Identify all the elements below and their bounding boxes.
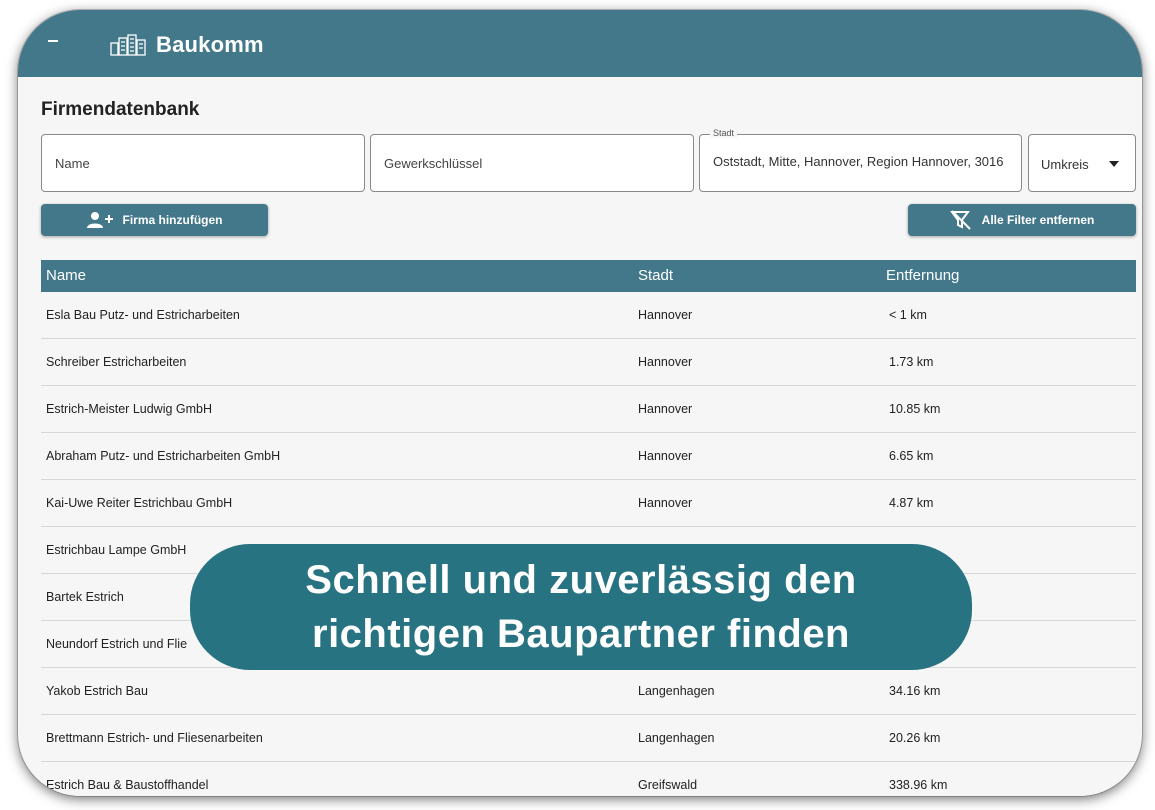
banner-line-1: Schnell und zuverlässig den [305, 558, 857, 602]
stadt-value[interactable]: Oststadt, Mitte, Hannover, Region Hannov… [713, 154, 1013, 169]
table-row[interactable]: Schreiber Estricharbeiten Hannover 1.73 km [41, 339, 1136, 386]
cell-name: Estrichbau Lampe GmbH [46, 543, 187, 557]
cell-name: Yakob Estrich Bau [46, 684, 148, 698]
column-header-name[interactable]: Name [46, 267, 86, 284]
add-person-icon [86, 212, 113, 228]
table-row[interactable]: Brettmann Estrich- und Fliesenarbeiten La… [41, 715, 1136, 762]
filter-off-icon [949, 210, 971, 230]
stadt-label: Stadt [710, 128, 738, 138]
cell-entfernung: < 1 km [889, 308, 927, 322]
name-field[interactable] [41, 134, 365, 192]
table-row[interactable]: Abraham Putz- und Estricharbeiten GmbH Ha… [41, 433, 1136, 480]
cell-entfernung: 10.85 km [889, 402, 941, 416]
cell-name: Bartek Estrich [46, 590, 124, 604]
umkreis-value: Umkreis [1041, 157, 1089, 172]
cell-stadt: Langenhagen [638, 731, 715, 745]
cell-name: Brettmann Estrich- und Fliesenarbeiten [46, 731, 263, 745]
table-row[interactable]: Estrich-Meister Ludwig GmbH Hannover 10.85… [41, 386, 1136, 433]
app-bar: Baukomm [18, 10, 1142, 77]
back-icon[interactable] [48, 40, 58, 42]
company-table: Name Stadt Entfernung Esla Bau Putz- und… [41, 260, 1136, 796]
table-row[interactable]: Yakob Estrich Bau Langenhagen 34.16 km [41, 668, 1136, 715]
cell-stadt: Hannover [638, 449, 693, 463]
cell-entfernung: 338.96 km [889, 778, 948, 792]
cell-name: Schreiber Estricharbeiten [46, 355, 187, 369]
banner-line-2: richtigen Baupartner finden [312, 612, 850, 656]
cell-entfernung: 6.65 km [889, 449, 934, 463]
add-company-label: Firma hinzufügen [122, 213, 223, 227]
cell-name: Neundorf Estrich und Flie [46, 637, 188, 651]
stadt-field[interactable]: Stadt Oststadt, Mitte, Hannover, Region … [699, 128, 1022, 192]
clear-filters-label: Alle Filter entfernen [981, 213, 1095, 227]
page-title: Firmendatenbank [41, 99, 200, 120]
caret-down-icon [1109, 161, 1119, 167]
cell-name: Abraham Putz- und Estricharbeiten GmbH [46, 449, 281, 463]
cell-name: Estrich-Meister Ludwig GmbH [46, 402, 213, 416]
cell-stadt: Greifswald [638, 778, 698, 792]
cell-name: Esla Bau Putz- und Estricharbeiten [46, 308, 240, 322]
table-header: Name Stadt Entfernung [41, 260, 1136, 292]
umkreis-select[interactable]: Umkreis [1028, 134, 1136, 192]
cell-entfernung: 34.16 km [889, 684, 941, 698]
promo-banner: Schnell und zuverlässig den richtigen Ba… [190, 544, 972, 670]
cell-entfernung: 4.87 km [889, 496, 934, 510]
name-input[interactable] [42, 135, 364, 191]
gewerk-input[interactable] [371, 135, 693, 191]
cell-entfernung: 1.73 km [889, 355, 934, 369]
cell-stadt: Hannover [638, 355, 693, 369]
cell-stadt: Hannover [638, 402, 693, 416]
table-row[interactable]: Kai-Uwe Reiter Estrichbau GmbH Hannover 4.… [41, 480, 1136, 527]
cell-stadt: Hannover [638, 308, 693, 322]
column-header-entfernung[interactable]: Entfernung [886, 267, 959, 284]
cell-name: Kai-Uwe Reiter Estrichbau GmbH [46, 496, 233, 510]
cell-entfernung: 20.26 km [889, 731, 941, 745]
gewerk-field[interactable] [370, 134, 694, 192]
cell-stadt: Langenhagen [638, 684, 715, 698]
clear-filters-button[interactable]: Alle Filter entfernen [908, 204, 1136, 236]
column-header-stadt[interactable]: Stadt [638, 267, 673, 284]
cell-name: Estrich Bau & Baustoffhandel [46, 778, 209, 792]
app-title: Baukomm [156, 32, 264, 57]
logo-icon [110, 34, 146, 56]
table-row[interactable]: Estrich Bau & Baustoffhandel Greifswald 33… [41, 762, 1136, 796]
cell-stadt: Hannover [638, 496, 693, 510]
table-row[interactable]: Esla Bau Putz- und Estricharbeiten Hannov… [41, 292, 1136, 339]
app-window: Baukomm Firmendatenbank Stadt Oststadt, … [18, 10, 1142, 796]
add-company-button[interactable]: Firma hinzufügen [41, 204, 268, 236]
